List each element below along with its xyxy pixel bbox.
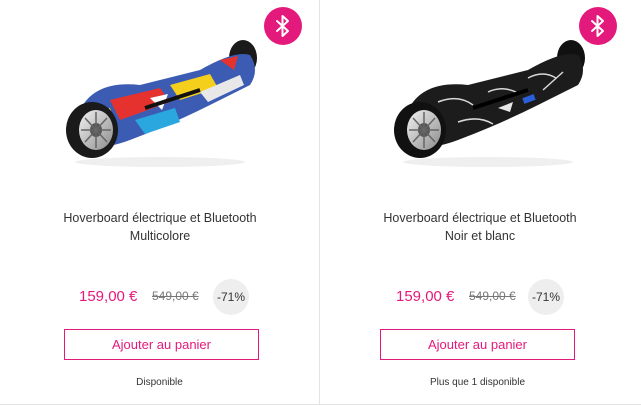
product-card: Hoverboard électrique et Bluetooth Multi… — [0, 0, 319, 405]
price-row: 159,00 € 549,00 € -71% — [0, 279, 319, 315]
product-card: Hoverboard électrique et Bluetooth Noir … — [320, 0, 639, 405]
discount-badge: -71% — [528, 279, 564, 315]
product-title-line1[interactable]: Hoverboard électrique et Bluetooth — [340, 209, 620, 227]
add-to-cart-button[interactable]: Ajouter au panier — [64, 329, 259, 360]
availability-status: Disponible — [136, 377, 183, 388]
hoverboard-multicolor-image[interactable] — [50, 30, 270, 170]
availability-status: Plus que 1 disponible — [429, 377, 526, 388]
product-title-line2[interactable]: Noir et blanc — [340, 227, 620, 245]
price-row: 159,00 € 549,00 € -71% — [320, 279, 639, 315]
discount-badge: -71% — [213, 279, 249, 315]
product-title-line2[interactable]: Multicolore — [20, 227, 300, 245]
product-grid: Hoverboard électrique et Bluetooth Multi… — [0, 0, 641, 405]
hoverboard-black-white-image[interactable] — [378, 30, 598, 170]
add-to-cart-button[interactable]: Ajouter au panier — [380, 329, 575, 360]
sale-price: 159,00 € — [396, 288, 455, 305]
sale-price: 159,00 € — [79, 288, 138, 305]
original-price: 549,00 € — [469, 289, 516, 303]
product-title-line1[interactable]: Hoverboard électrique et Bluetooth — [20, 209, 300, 227]
product-title[interactable]: Hoverboard électrique et Bluetooth Noir … — [340, 209, 620, 245]
product-title[interactable]: Hoverboard électrique et Bluetooth Multi… — [20, 209, 300, 245]
original-price: 549,00 € — [152, 289, 199, 303]
